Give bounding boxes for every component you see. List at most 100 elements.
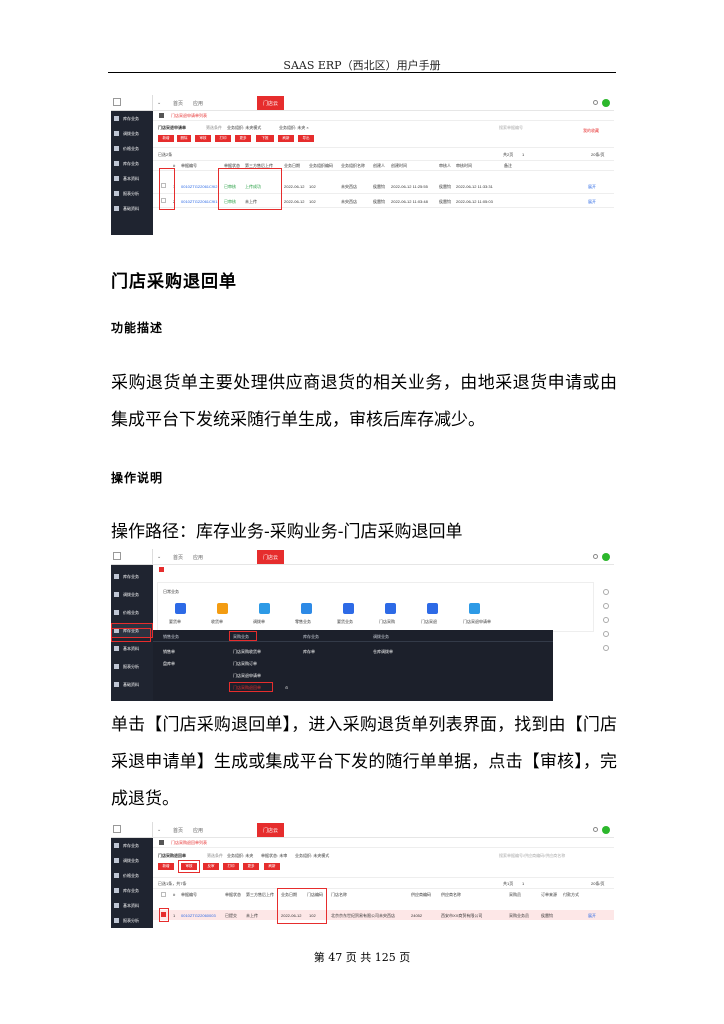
grid-icon[interactable]	[603, 589, 609, 595]
chevron-down-icon[interactable]: ⌄	[157, 827, 161, 833]
more-button[interactable]: 更多	[243, 863, 259, 870]
filter-chip[interactable]: 业务组织: 未央模式	[295, 853, 329, 859]
app-icon[interactable]	[259, 603, 270, 614]
nav-home[interactable]: 首页	[173, 554, 183, 561]
doc-number-link[interactable]: 0010ZTG22061C9I1	[181, 199, 217, 204]
sidebar-item[interactable]: 基本资料	[111, 898, 153, 913]
home-icon[interactable]	[159, 567, 164, 572]
delete-button[interactable]: 删除	[177, 135, 191, 142]
print-button[interactable]: 打印	[223, 863, 239, 870]
search-input[interactable]: 搜索单据编号/供应商编码/供应商名称	[499, 853, 565, 859]
search-input[interactable]: 搜索单据编号	[499, 125, 523, 131]
app-icon-label[interactable]: 要货业务	[337, 619, 353, 625]
sidebar-item[interactable]: 报表分析	[111, 186, 153, 201]
unapprove-button[interactable]: 反审	[203, 863, 219, 870]
sidebar-item[interactable]: 基本资料	[111, 641, 153, 656]
app-icon-label[interactable]: 门店采购	[379, 619, 395, 625]
filter-chip[interactable]: 业务组织: 未央 ×	[279, 125, 309, 131]
sidebar-item[interactable]: 库存业务	[111, 838, 153, 853]
sidebar-item[interactable]: 库存业务	[111, 883, 153, 898]
select-all-checkbox[interactable]	[161, 892, 166, 897]
sidebar-item[interactable]: 基本资料	[111, 171, 153, 186]
app-icon[interactable]	[469, 603, 480, 614]
home-icon[interactable]	[159, 840, 164, 845]
add-button[interactable]: 新增	[158, 863, 174, 870]
refresh-icon[interactable]	[603, 631, 609, 637]
nav-app[interactable]: 应用	[193, 100, 203, 107]
gear-icon[interactable]	[603, 645, 609, 651]
app-icon-label[interactable]: 门店采退申请单	[463, 619, 491, 625]
avatar[interactable]	[602, 99, 610, 107]
sidebar-item[interactable]: 价格业务	[111, 141, 153, 156]
page-number[interactable]: 1	[522, 152, 524, 157]
sidebar-item[interactable]: 调拨业务	[111, 587, 153, 602]
menu-item[interactable]: 销售单	[163, 649, 175, 655]
sidebar-item[interactable]: 库存业务	[111, 111, 153, 126]
app-icon[interactable]	[385, 603, 396, 614]
tab-store-cloud[interactable]: 门店云	[257, 96, 284, 110]
search-icon[interactable]	[593, 827, 598, 832]
sidebar-item[interactable]: 库存业务	[111, 569, 153, 584]
menu-item[interactable]: 库存单	[303, 649, 315, 655]
app-icon-label[interactable]: 零售业务	[295, 619, 311, 625]
menu-item[interactable]: 门店采购订单	[233, 661, 257, 667]
app-icon-label[interactable]: 要货单	[169, 619, 181, 625]
export-button[interactable]: 导出	[298, 135, 314, 142]
filter-chip[interactable]: 业务组织: 未央	[227, 853, 253, 859]
sidebar-item[interactable]: 报表分析	[111, 913, 153, 928]
compass-icon[interactable]	[603, 617, 609, 623]
avatar[interactable]	[602, 826, 610, 834]
sidebar-item[interactable]: 基础资料	[111, 201, 153, 216]
page-size-select[interactable]: 20条/页	[591, 881, 605, 887]
add-button[interactable]: 新增	[158, 135, 174, 142]
expand-link[interactable]: 展开	[588, 913, 596, 919]
chevron-down-icon[interactable]: ⌄	[157, 100, 161, 106]
sidebar-item[interactable]: 报表分析	[111, 659, 153, 674]
favorites-link[interactable]: 我的收藏	[583, 128, 599, 134]
nav-app[interactable]: 应用	[193, 827, 203, 834]
sidebar-item[interactable]: 价格业务	[111, 868, 153, 883]
app-icon-label[interactable]: 收货单	[211, 619, 223, 625]
filter-chip[interactable]: 单据状态: 未审	[261, 853, 287, 859]
expand-link[interactable]: 展开	[588, 184, 596, 190]
print-button[interactable]: 打印	[215, 135, 231, 142]
search-icon[interactable]	[593, 100, 598, 105]
page-number[interactable]: 1	[522, 881, 524, 886]
sidebar-item[interactable]: 库存业务	[111, 156, 153, 171]
home-icon[interactable]	[159, 113, 164, 118]
push-down-button[interactable]: 下推	[256, 135, 274, 142]
sidebar-item[interactable]: 调拨业务	[111, 853, 153, 868]
clock-icon[interactable]	[603, 603, 609, 609]
menu-item[interactable]: 门店采退申请单	[233, 673, 261, 679]
page-size-select[interactable]: 20条/页	[591, 152, 605, 158]
app-icon[interactable]	[301, 603, 312, 614]
app-icon[interactable]	[175, 603, 186, 614]
sidebar-item[interactable]: 价格业务	[111, 605, 153, 620]
app-icon[interactable]	[217, 603, 228, 614]
approve-button[interactable]: 审核	[195, 135, 211, 142]
app-icon[interactable]	[427, 603, 438, 614]
expand-link[interactable]: 展开	[588, 199, 596, 205]
search-icon[interactable]	[593, 554, 598, 559]
menu-item[interactable]: 仓库调拨单	[373, 649, 393, 655]
sidebar-item[interactable]: 调拨业务	[111, 126, 153, 141]
avatar[interactable]	[602, 553, 610, 561]
nav-app[interactable]: 应用	[193, 554, 203, 561]
app-icon-label[interactable]: 门店采退	[421, 619, 437, 625]
app-icon-label[interactable]: 调拨单	[253, 619, 265, 625]
nav-home[interactable]: 首页	[173, 100, 183, 107]
nav-home[interactable]: 首页	[173, 827, 183, 834]
doc-number-link[interactable]: 0010ZTG22061C9I2	[181, 184, 217, 189]
doc-number-link[interactable]: 0010ZTG22060003	[181, 913, 216, 918]
refresh-button[interactable]: 刷新	[264, 863, 280, 870]
refresh-button[interactable]: 刷新	[278, 135, 294, 142]
more-button[interactable]: 更多	[235, 135, 251, 142]
app-icon[interactable]	[343, 603, 354, 614]
sidebar-item[interactable]: 基础资料	[111, 677, 153, 692]
filter-chip[interactable]: 业务组织: 未央模式	[227, 125, 261, 131]
tab-store-cloud[interactable]: 门店云	[257, 550, 284, 564]
menu-item[interactable]: 门店采购收货单	[233, 649, 261, 655]
chevron-down-icon[interactable]: ⌄	[157, 554, 161, 560]
menu-item[interactable]: 盘库单	[163, 661, 175, 667]
tab-store-cloud[interactable]: 门店云	[257, 823, 284, 837]
